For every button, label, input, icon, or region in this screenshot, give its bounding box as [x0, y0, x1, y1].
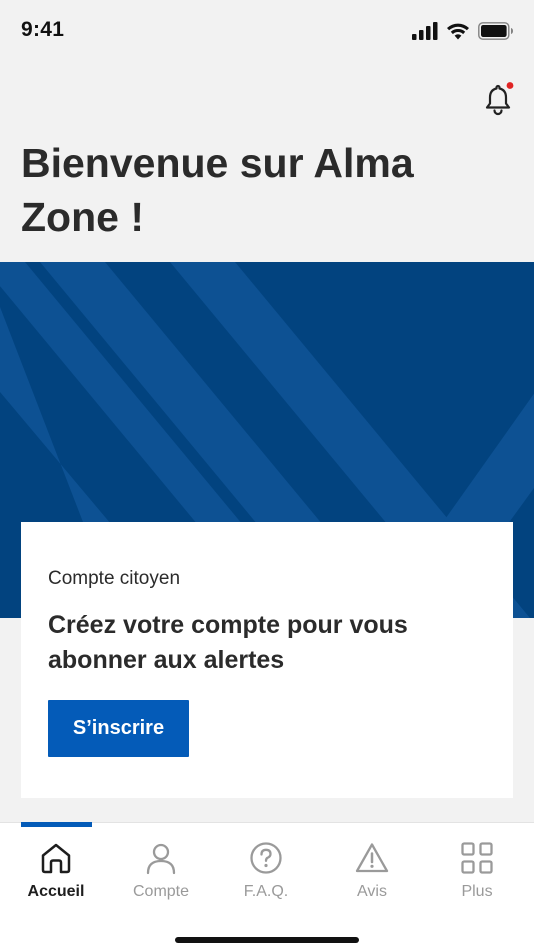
status-icons [412, 22, 514, 40]
tab-compte[interactable]: Compte [108, 841, 214, 911]
active-tab-indicator [21, 822, 92, 827]
tab-bar: Accueil Compte F.A.Q. Avis Plus [0, 822, 534, 951]
tab-avis[interactable]: Avis [319, 841, 425, 911]
wifi-icon [447, 23, 469, 40]
signup-button[interactable]: S’inscrire [48, 700, 189, 757]
grid-icon [461, 842, 493, 874]
tab-accueil[interactable]: Accueil [3, 841, 109, 911]
status-bar: 9:41 [0, 0, 534, 64]
tab-label: Accueil [27, 883, 85, 900]
notifications-button[interactable] [482, 82, 514, 118]
tab-plus[interactable]: Plus [424, 841, 530, 911]
tab-faq[interactable]: F.A.Q. [213, 841, 319, 911]
tab-label: Avis [357, 883, 387, 900]
card-eyebrow: Compte citoyen [48, 568, 181, 589]
notification-dot [506, 82, 514, 89]
battery-icon [478, 22, 513, 40]
tab-label: Compte [132, 883, 190, 900]
home-icon [41, 843, 71, 874]
page-title: Bienvenue sur Alma Zone ! [21, 140, 414, 240]
tab-label: Plus [461, 883, 493, 900]
bell-icon [485, 82, 514, 116]
warning-triangle-icon [355, 843, 389, 873]
card-heading: Créez votre compte pour vous abonner aux… [48, 611, 408, 674]
tab-label: F.A.Q. [243, 883, 289, 900]
question-circle-icon [250, 842, 282, 874]
signup-card: Compte citoyen Créez votre compte pour v… [21, 522, 513, 798]
status-time: 9:41 [21, 18, 65, 41]
home-indicator [175, 937, 359, 943]
user-icon [146, 843, 176, 875]
cellular-signal-icon [412, 22, 438, 40]
